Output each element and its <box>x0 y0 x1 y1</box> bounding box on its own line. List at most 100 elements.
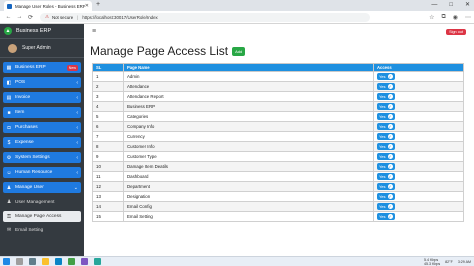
access-yes-button[interactable]: Yes ✓ <box>377 113 395 120</box>
cell-access: Yes ✓ <box>373 91 464 102</box>
app-icon[interactable] <box>94 258 101 265</box>
gear-icon: ⚙ <box>6 154 12 161</box>
visual-studio-icon[interactable] <box>81 258 88 265</box>
sidebar-item-invoice[interactable]: ▤ Invoice ‹ <box>3 92 81 103</box>
check-icon: ✓ <box>387 144 393 149</box>
cell-access: Yes ✓ <box>373 131 464 142</box>
check-icon: ✓ <box>387 74 393 79</box>
cell-access: Yes ✓ <box>373 181 464 192</box>
cell-sl: 4 <box>92 101 124 112</box>
access-yes-button[interactable]: Yes ✓ <box>377 83 395 90</box>
cell-access: Yes ✓ <box>373 111 464 122</box>
search-icon[interactable] <box>16 258 23 265</box>
cell-access: Yes ✓ <box>373 141 464 152</box>
minimize-button[interactable]: — <box>431 0 437 10</box>
new-tab-button[interactable]: + <box>96 1 100 8</box>
access-yes-button[interactable]: Yes ✓ <box>377 133 395 140</box>
access-label: Yes <box>379 164 386 169</box>
access-yes-button[interactable]: Yes ✓ <box>377 143 395 150</box>
weather[interactable]: 82°F <box>445 260 453 264</box>
task-view-icon[interactable] <box>29 258 36 265</box>
close-window-button[interactable]: ✕ <box>465 0 470 10</box>
access-yes-button[interactable]: Yes ✓ <box>377 103 395 110</box>
sidebar-item-expense[interactable]: $ Expense ‹ <box>3 137 81 148</box>
table-row: 12 Department Yes ✓ <box>92 181 464 192</box>
start-icon[interactable] <box>3 258 10 265</box>
sidebar-subitem-email-setting[interactable]: ✉ Email Setting <box>3 225 81 236</box>
sidebar-item-pos[interactable]: ◧ POS ‹ <box>3 77 81 88</box>
user-panel[interactable]: Super Admin <box>0 39 84 58</box>
logo-icon: ▲ <box>4 27 12 35</box>
sidebar-item-business-erp[interactable]: ▦ Business ERP New <box>3 62 81 73</box>
app-topbar: ≡ Sign out <box>84 24 474 39</box>
chevron-left-icon: ‹ <box>76 94 78 101</box>
table-row: 8 Customer Info Yes ✓ <box>92 141 464 152</box>
access-yes-button[interactable]: Yes ✓ <box>377 193 395 200</box>
chrome-icon[interactable] <box>68 258 75 265</box>
url-field[interactable]: ⚠ Not secure | https://localhost:30017/U… <box>40 12 370 22</box>
menu-toggle-icon[interactable]: ≡ <box>92 28 96 35</box>
sidebar-item-item[interactable]: ■ Item ‹ <box>3 107 81 118</box>
browser-tab[interactable]: Manage User Roles - Business ERP ✕ <box>4 1 92 11</box>
cell-page-name: Categories <box>123 111 374 122</box>
access-yes-button[interactable]: Yes ✓ <box>377 203 395 210</box>
table-row: 11 Dashboard Yes ✓ <box>92 171 464 182</box>
add-button[interactable]: Add <box>232 46 246 56</box>
back-button[interactable]: ← <box>3 14 14 20</box>
access-yes-button[interactable]: Yes ✓ <box>377 183 395 190</box>
page-access-table: SL Page Name Access 1 Admin Yes ✓ 2 Attendanc… <box>92 63 464 222</box>
brand[interactable]: ▲ Business ERP <box>0 24 84 39</box>
chevron-left-icon: ‹ <box>76 109 78 116</box>
sidebar-subitem-user-management[interactable]: ♟ User Management <box>3 197 81 208</box>
check-icon: ✓ <box>387 124 393 129</box>
column-header-page-name: Page Name <box>123 63 374 72</box>
access-yes-button[interactable]: Yes ✓ <box>377 73 395 80</box>
tab-close-icon[interactable]: ✕ <box>85 3 89 9</box>
reload-button[interactable]: ⟳ <box>25 14 36 21</box>
profile-icon[interactable]: ◉ <box>453 14 458 21</box>
access-yes-button[interactable]: Yes ✓ <box>377 93 395 100</box>
sidebar-item-label: Purchases <box>15 125 38 130</box>
sidebar-item-human-resource[interactable]: ☺ Human Resource ‹ <box>3 167 81 178</box>
access-yes-button[interactable]: Yes ✓ <box>377 153 395 160</box>
table-row: 13 Designation Yes ✓ <box>92 191 464 202</box>
signout-button[interactable]: Sign out <box>446 28 466 35</box>
access-label: Yes <box>379 134 386 139</box>
sidebar-item-label: Invoice <box>15 95 31 100</box>
access-yes-button[interactable]: Yes ✓ <box>377 163 395 170</box>
access-yes-button[interactable]: Yes ✓ <box>377 173 395 180</box>
edge-icon[interactable] <box>55 258 62 265</box>
sidebar-item-system-settings[interactable]: ⚙ System Settings ‹ <box>3 152 81 163</box>
chevron-left-icon: ‹ <box>76 154 78 161</box>
sidebar-item-label: Human Resource <box>15 170 53 175</box>
sidebar-item-manage-user[interactable]: ♟ Manage User ⌄ <box>3 182 81 193</box>
cell-access: Yes ✓ <box>373 121 464 132</box>
forward-button[interactable]: → <box>14 14 25 20</box>
table-header-row: SL Page Name Access <box>92 63 464 72</box>
sidebar-item-purchases[interactable]: ◘ Purchases ‹ <box>3 122 81 133</box>
file-explorer-icon[interactable] <box>42 258 49 265</box>
favicon-icon <box>7 3 12 9</box>
access-label: Yes <box>379 194 386 199</box>
sidebar-item-label: Business ERP <box>15 65 46 70</box>
favorites-icon[interactable]: ☆ <box>429 14 434 21</box>
sidebar-subitem-label: Email Setting <box>15 228 44 233</box>
maximize-button[interactable]: □ <box>449 0 453 10</box>
clock[interactable]: 3:29 AM <box>458 260 471 264</box>
access-label: Yes <box>379 114 386 119</box>
sidebar-subitem-manage-page-access[interactable]: ⚿ Manage Page Access <box>3 211 81 222</box>
cell-sl: 1 <box>92 71 124 82</box>
cell-sl: 15 <box>92 211 124 222</box>
access-yes-button[interactable]: Yes ✓ <box>377 123 395 130</box>
more-icon[interactable]: ⋯ <box>465 14 471 21</box>
dashboard-icon: ▦ <box>6 64 12 71</box>
check-icon: ✓ <box>387 94 393 99</box>
check-icon: ✓ <box>387 194 393 199</box>
cell-sl: 7 <box>92 131 124 142</box>
check-icon: ✓ <box>387 174 393 179</box>
collections-icon[interactable]: ⧉ <box>441 14 445 21</box>
access-yes-button[interactable]: Yes ✓ <box>377 213 395 220</box>
cell-page-name: Department <box>123 181 374 192</box>
warning-icon: ⚠ <box>45 14 49 19</box>
box-icon: ■ <box>7 109 11 116</box>
